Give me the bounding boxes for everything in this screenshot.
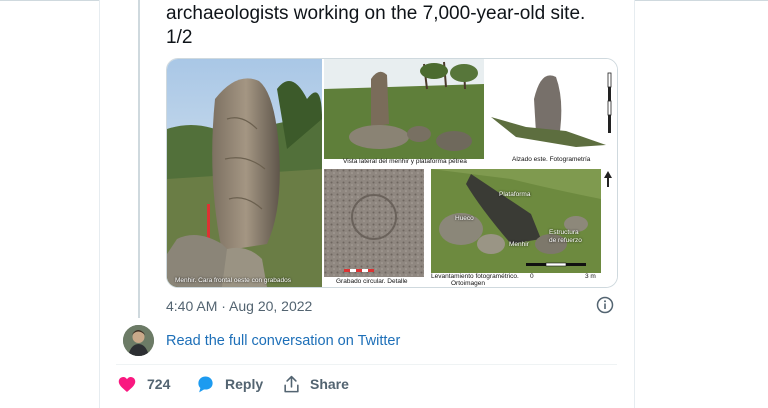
reply-bubble-icon bbox=[198, 376, 213, 393]
tweet-text-line-2: 1/2 bbox=[166, 27, 193, 48]
share-button[interactable]: Share bbox=[282, 373, 349, 395]
label-hueco: Hueco bbox=[455, 215, 474, 222]
share-icon bbox=[284, 375, 299, 392]
reply-button[interactable]: Reply bbox=[196, 373, 263, 395]
thread-line bbox=[138, 0, 140, 318]
caption-grabado: Grabado circular. Detalle bbox=[336, 278, 408, 285]
tweet-text: archaeologists working on the 7,000-year… bbox=[166, 2, 606, 50]
alzado-este-photogrammetry: Alzado este. Fotogrametría bbox=[486, 59, 617, 167]
like-button[interactable]: 724 bbox=[118, 373, 170, 395]
like-count: 724 bbox=[147, 376, 171, 392]
tweet-text-line-1: archaeologists working on the 7,000-year… bbox=[166, 3, 586, 24]
label-menhir: Menhir bbox=[509, 241, 529, 248]
label-refuerzo: de refuerzo bbox=[549, 237, 582, 244]
reply-label: Reply bbox=[225, 376, 264, 392]
heart-icon bbox=[118, 376, 136, 392]
caption-levantamiento-1: Levantamiento fotogramétrico. bbox=[431, 273, 519, 280]
caption-levantamiento-2: Ortoimagen bbox=[451, 280, 485, 287]
tweet-media-image[interactable]: Vista lateral del menhir y plataforma pé… bbox=[166, 58, 618, 288]
ortoimagen-photo: Plataforma Hueco Estructura de refuerzo … bbox=[427, 169, 617, 287]
scale-0-label: 0 bbox=[530, 273, 534, 280]
label-estructura: Estructura bbox=[549, 229, 579, 236]
label-plataforma: Plataforma bbox=[499, 191, 531, 198]
grabado-circular-photo: Grabado circular. Detalle bbox=[324, 169, 424, 287]
menhir-photo bbox=[167, 59, 322, 287]
tweet-timestamp[interactable]: 4:40 AM · Aug 20, 2022 bbox=[166, 298, 312, 314]
lateral-view-photo: Vista lateral del menhir y plataforma pé… bbox=[324, 59, 484, 167]
caption-alzado: Alzado este. Fotogrametría bbox=[512, 156, 591, 163]
caption-menhir-face: Menhir. Cara frontal oeste con grabados bbox=[175, 277, 291, 284]
north-arrow-icon bbox=[604, 171, 612, 187]
read-full-conversation-link[interactable]: Read the full conversation on Twitter bbox=[166, 333, 400, 349]
info-icon[interactable] bbox=[596, 296, 614, 314]
share-label: Share bbox=[310, 376, 349, 392]
actions-divider bbox=[116, 364, 617, 365]
scale-3m-label: 3 m bbox=[585, 273, 596, 280]
caption-lateral: Vista lateral del menhir y plataforma pé… bbox=[343, 158, 467, 165]
avatar[interactable] bbox=[123, 325, 154, 356]
